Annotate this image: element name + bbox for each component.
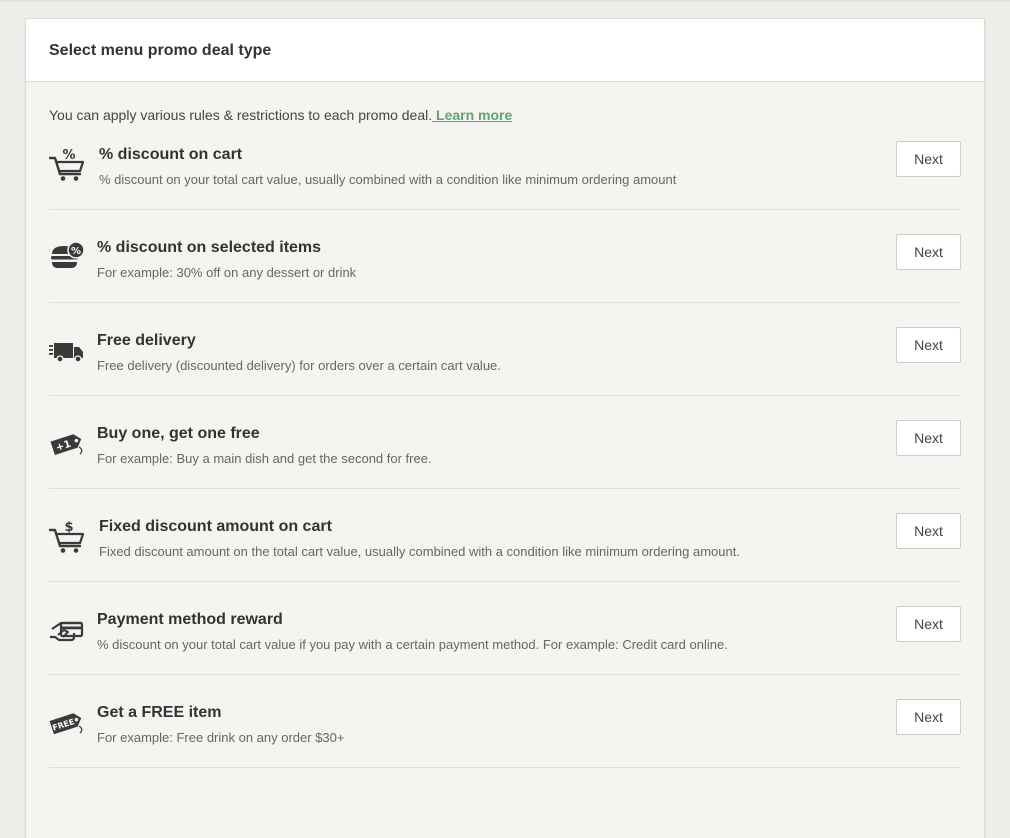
cart-dollar-icon: $ [49, 520, 85, 553]
deal-item-percent-discount-items: % % discount on selected items For examp… [49, 210, 961, 303]
panel-header: Select menu promo deal type [26, 19, 984, 82]
intro-text: You can apply various rules & restrictio… [49, 82, 961, 130]
panel-title: Select menu promo deal type [49, 42, 272, 59]
learn-more-link[interactable]: Learn more [432, 107, 512, 123]
free-tag-icon: FREE [49, 713, 83, 735]
deal-title: Get a FREE item [97, 704, 222, 721]
deal-text: Payment method reward % discount on your… [97, 610, 728, 654]
deal-item-bogo: +1 Buy one, get one free For example: Bu… [49, 396, 961, 489]
next-button[interactable]: Next [896, 513, 961, 549]
deal-description: For example: Free drink on any order $30… [97, 730, 345, 745]
deal-description: % discount on your total cart value if y… [97, 637, 728, 652]
deal-text: Get a FREE item For example: Free drink … [97, 703, 345, 747]
deal-item-free-delivery: Free delivery Free delivery (discounted … [49, 303, 961, 396]
deal-text: Free delivery Free delivery (discounted … [97, 331, 501, 375]
deal-title: Payment method reward [97, 611, 283, 628]
deal-item-percent-discount-cart: % % discount on cart % discount on your … [49, 130, 961, 210]
deal-description: Free delivery (discounted delivery) for … [97, 358, 501, 373]
deal-title: % discount on selected items [97, 239, 322, 256]
deal-text: Buy one, get one free For example: Buy a… [97, 424, 432, 468]
plus-one-tag-icon: +1 [50, 434, 83, 455]
deal-item-payment-method-reward: Payment method reward % discount on your… [49, 582, 961, 675]
deal-text: Fixed discount amount on cart Fixed disc… [99, 517, 740, 561]
svg-text:$: $ [64, 520, 73, 535]
next-button[interactable]: Next [896, 606, 961, 642]
deal-title: Buy one, get one free [97, 425, 260, 442]
promo-type-panel: Select menu promo deal type You can appl… [25, 18, 985, 838]
deal-text: % discount on cart % discount on your to… [99, 145, 676, 189]
svg-text:%: % [71, 246, 81, 257]
next-button[interactable]: Next [896, 327, 961, 363]
next-button[interactable]: Next [896, 699, 961, 735]
deal-title: Fixed discount amount on cart [99, 518, 332, 535]
svg-text:%: % [62, 148, 75, 163]
deal-item-fixed-discount-cart: $ Fixed discount amount on cart Fixed di… [49, 489, 961, 582]
deal-type-list: % % discount on cart % discount on your … [49, 130, 961, 768]
next-button[interactable]: Next [896, 420, 961, 456]
deal-description: For example: Buy a main dish and get the… [97, 451, 432, 466]
hand-card-icon [50, 621, 84, 642]
deal-description: % discount on your total cart value, usu… [99, 172, 677, 187]
intro-sentence: You can apply various rules & restrictio… [49, 107, 433, 123]
deal-description: For example: 30% off on any dessert or d… [97, 265, 357, 280]
deal-description: Fixed discount amount on the total cart … [99, 544, 740, 559]
cart-percent-icon: % [49, 148, 85, 181]
delivery-truck-icon [49, 343, 83, 363]
next-button[interactable]: Next [896, 141, 961, 177]
deal-item-free-item: FREE Get a FREE item For example: Free d… [49, 675, 961, 768]
burger-percent-icon: % [51, 241, 85, 268]
panel-body: You can apply various rules & restrictio… [26, 82, 984, 768]
deal-title: % discount on cart [99, 146, 243, 163]
deal-title: Free delivery [97, 332, 196, 349]
next-button[interactable]: Next [896, 234, 961, 270]
deal-text: % discount on selected items For example… [97, 238, 356, 282]
top-strip [0, 0, 1010, 2]
